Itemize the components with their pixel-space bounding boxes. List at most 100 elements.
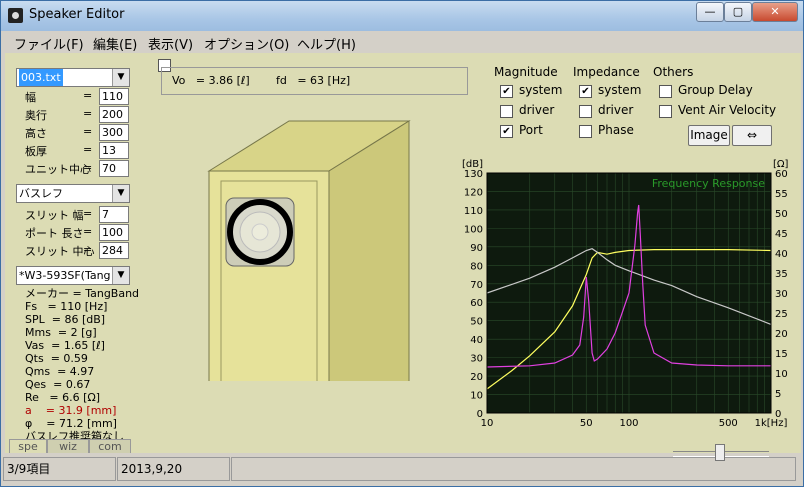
y-left-tick-label: 130 [464,169,483,180]
param-slit-center: スリット 中心 = 284 [25,242,150,259]
y-left-tick-label: 60 [470,298,483,309]
y-left-tick-label: 10 [470,391,483,402]
y-left-tick-label: 50 [470,317,483,328]
magnitude-port-checkbox[interactable]: ✔ [500,125,513,138]
file-combo-value: 003.txt [19,69,63,86]
tab-spe[interactable]: spe [9,439,47,453]
magnitude-header: Magnitude [494,65,558,79]
others-header: Others [653,65,694,79]
driver-spec-line: Re = 6.6 [Ω] [25,391,101,404]
image-button[interactable]: Image [688,125,730,146]
port-length-input[interactable]: 100 [99,224,129,241]
y-right-tick-label: 45 [775,229,788,240]
chevron-down-icon[interactable]: ▼ [112,185,129,202]
magnitude-system-checkbox[interactable]: ✔ [500,85,513,98]
param-thickness: 板厚 = 13 [25,142,150,159]
tab-com[interactable]: com [89,439,131,453]
param-depth: 奥行 = 200 [25,106,150,123]
menu-help[interactable]: ヘルプ(H) [297,34,356,53]
impedance-phase-checkbox[interactable] [579,125,592,138]
depth-input[interactable]: 200 [99,106,129,123]
y-right-tick-label: 15 [775,349,788,360]
y-left-tick-label: 80 [470,261,483,272]
y-left-tick-label: 30 [470,354,483,365]
impedance-phase-label: Phase [598,123,634,137]
tab-wiz[interactable]: wiz [47,439,89,453]
driver-spec-list: メーカー = TangBand Fs = 110 [Hz] SPL = 86 [dB… [25,287,139,443]
driver-spec-line: Qts = 0.59 [25,352,88,365]
title-bar[interactable]: Speaker Editor — ▢ ✕ [1,1,803,31]
chart-title: Frequency Response [652,177,765,190]
slit-center-input[interactable]: 284 [99,242,129,259]
status-item-count: 3/9項目 [3,457,116,481]
minimize-button[interactable]: — [696,2,724,22]
zoom-slider-thumb[interactable] [715,444,725,461]
menu-bar: ファイル(F) 編集(E) 表示(V) オプション(O) ヘルプ(H) [1,31,803,53]
param-unit-center: ユニット中心 = 70 [25,160,150,177]
menu-view[interactable]: 表示(V) [148,34,193,53]
driver-combo-value: *W3-593SF(TangBand) [19,269,111,282]
y-left-tick-label: 40 [470,335,483,346]
dust-cap [251,223,269,241]
y-right-tick-label: 60 [775,169,788,180]
magnitude-driver-checkbox[interactable] [500,105,513,118]
slit-width-input[interactable]: 7 [99,206,129,223]
box-illustration [207,120,411,381]
x-tick-label: 100 [619,418,638,429]
impedance-header: Impedance [573,65,640,79]
impedance-system-checkbox[interactable]: ✔ [579,85,592,98]
others-group-delay-label: Group Delay [678,83,753,97]
param-width: 幅 = 110 [25,88,150,105]
impedance-driver-label: driver [598,103,634,117]
impedance-system-label: system [598,83,642,97]
info-panel: Vo = 3.86 [ℓ] fd = 63 [Hz] [161,67,468,95]
height-input[interactable]: 300 [99,124,129,141]
maximize-button[interactable]: ▢ [724,2,752,22]
others-vent-air-velocity-label: Vent Air Velocity [678,103,777,117]
app-window: Speaker Editor — ▢ ✕ ファイル(F) 編集(E) 表示(V)… [0,0,804,487]
fd-value: fd = 63 [Hz] [276,74,351,87]
menu-options[interactable]: オプション(O) [204,34,289,53]
y-left-tick-label: 20 [470,372,483,383]
y-right-tick-label: 55 [775,189,788,200]
param-height: 高さ = 300 [25,124,150,141]
y-right-tick-label: 20 [775,329,788,340]
y-left-axis-label: [dB] [462,159,483,170]
driver-combo[interactable]: *W3-593SF(TangBand) ▼ [16,266,130,285]
param-port-length: ポート 長さ = 100 [25,224,150,241]
enclosure-type-combo[interactable]: バスレフ ▼ [16,184,130,203]
y-right-tick-label: 40 [775,249,788,260]
vo-value: Vo = 3.86 [ℓ] [172,74,250,87]
menu-file[interactable]: ファイル(F) [14,34,84,53]
driver-spec-line: Mms = 2 [g] [25,326,97,339]
status-date: 2013,9,20 [117,457,230,481]
speaker-app-icon[interactable] [8,8,23,23]
driver-spec-line: Vas = 1.65 [ℓ] [25,339,105,352]
y-right-tick-label: 30 [775,289,788,300]
chevron-down-icon[interactable]: ▼ [112,69,129,86]
y-right-tick-label: 10 [775,369,788,380]
swap-button[interactable]: ⇔ [732,125,772,146]
others-group-delay-checkbox[interactable] [659,85,672,98]
y-left-tick-label: 70 [470,280,483,291]
enclosure-type-value: バスレフ [19,187,63,200]
driver-spec-line: Fs = 110 [Hz] [25,300,108,313]
y-right-tick-label: 25 [775,309,788,320]
file-combo[interactable]: 003.txt ▼ [16,68,130,87]
others-vent-air-velocity-checkbox[interactable] [659,105,672,118]
y-left-tick-label: 90 [470,243,483,254]
status-bar: 3/9項目 2013,9,20 [1,454,803,486]
y-right-axis-label: [Ω] [773,159,789,170]
x-tick-label: 500 [719,418,738,429]
unit-center-input[interactable]: 70 [99,160,129,177]
menu-edit[interactable]: 編集(E) [93,34,137,53]
width-input[interactable]: 110 [99,88,129,105]
impedance-driver-checkbox[interactable] [579,105,592,118]
param-slit-width: スリット 幅 = 7 [25,206,150,223]
driver-spec-line: φ = 71.2 [mm] [25,417,117,430]
main-content: 003.txt ▼ 幅 = 110 奥行 = 200 高さ = 300 板厚 = 13 ユニット… [5,53,801,453]
close-button[interactable]: ✕ [752,2,798,22]
chevron-down-icon[interactable]: ▼ [112,267,129,284]
thickness-input[interactable]: 13 [99,142,129,159]
y-right-tick-label: 5 [775,389,781,400]
